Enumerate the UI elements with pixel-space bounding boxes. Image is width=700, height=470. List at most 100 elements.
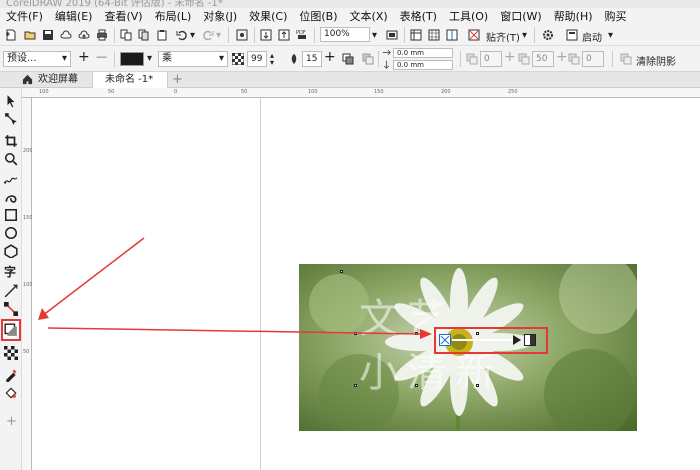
print-icon[interactable] [96,29,108,41]
clear-shadow-button[interactable]: 清除阴影 [636,53,676,68]
feather-value: 15 [306,54,318,64]
menu-buy[interactable]: 购买 [605,8,627,24]
menu-object[interactable]: 对象(J) [203,8,237,24]
menu-table[interactable]: 表格(T) [400,8,437,24]
color-eyedropper-tool-icon[interactable] [4,368,18,382]
save-icon[interactable] [42,29,54,41]
shadow-extent-value: 0 [586,54,592,64]
menu-effects[interactable]: 效果(C) [249,8,287,24]
show-guidelines-icon[interactable] [446,29,458,41]
polygon-tool-icon[interactable] [4,244,18,258]
offset-x-input[interactable]: 0.0 mm [393,48,453,58]
menu-text[interactable]: 文本(X) [350,8,388,24]
zoom-dropdown-icon[interactable]: ▾ [372,30,377,41]
cloud-icon[interactable] [60,29,72,41]
add-tool-button[interactable]: + [6,414,17,429]
artistic-media-tool-icon[interactable] [4,190,18,204]
options-gear-icon[interactable] [542,29,554,41]
feather-input[interactable]: 15 [302,51,322,67]
shadow-color-swatch[interactable] [120,52,144,66]
text-tool-icon[interactable]: 字 [4,263,16,280]
fade-value: 50 [536,54,548,64]
launch-button[interactable]: 启动 [582,29,602,44]
feather-direction-icon[interactable] [342,53,354,65]
zoom-tool-icon[interactable] [4,152,18,166]
undo-dropdown-icon[interactable]: ▾ [190,30,195,41]
new-tab-button[interactable]: + [172,72,183,87]
remove-preset-button[interactable]: — [96,50,107,63]
menu-layout[interactable]: 布局(L) [155,8,192,24]
zoom-level-select[interactable]: 100% [320,27,370,42]
shape-tool-icon[interactable] [4,112,18,126]
menu-bitmaps[interactable]: 位图(B) [299,8,337,24]
toolbox: 字 + [0,88,22,470]
open-folder-icon[interactable] [24,29,36,41]
interactive-fill-tool-icon[interactable] [4,386,18,400]
tab-welcome-screen[interactable]: 欢迎屏幕 [38,72,78,88]
menu-window[interactable]: 窗口(W) [500,8,541,24]
menu-tools[interactable]: 工具(O) [449,8,488,24]
stretch-input[interactable]: 0 [480,51,502,67]
transparency-tool-icon[interactable] [4,346,18,360]
snap-dropdown-icon[interactable]: ▾ [522,30,527,41]
feather-add-button[interactable]: + [324,49,336,65]
offset-x-value: 0.0 mm [397,49,424,57]
undo-icon[interactable] [176,29,188,41]
fade-add-button[interactable]: + [556,49,568,65]
menu-help[interactable]: 帮助(H) [554,8,593,24]
freehand-tool-icon[interactable] [4,172,18,186]
shadow-extent-icon [568,53,580,65]
drop-shadow-tool-icon[interactable] [4,323,18,337]
pick-tool-icon[interactable] [4,94,18,108]
tab-untitled-document[interactable]: 未命名 -1* [92,72,168,88]
snap-to-button[interactable]: 贴齐(T) [486,29,520,44]
menu-edit[interactable]: 编辑(E) [55,8,93,24]
redo-dropdown-icon[interactable]: ▾ [216,30,221,41]
full-screen-icon[interactable] [386,29,398,41]
show-rulers-icon[interactable] [410,29,422,41]
launch-dropdown-icon[interactable]: ▾ [608,30,613,41]
redo-icon[interactable] [202,29,214,41]
feather-edge-icon[interactable] [362,53,374,65]
cut-icon[interactable] [120,29,132,41]
stretch-value: 0 [484,54,490,64]
add-preset-button[interactable]: + [78,49,90,65]
horizontal-ruler[interactable]: 100 50 0 50 100 150 200 250 [22,88,700,98]
offset-y-input[interactable]: 0.0 mm [393,60,453,70]
fade-icon [518,53,530,65]
opacity-spin-icon[interactable]: ▴ ▾ [270,52,274,67]
preset-dropdown-icon[interactable]: ▾ [62,53,67,64]
application-launcher-icon[interactable] [566,29,578,41]
crop-tool-icon[interactable] [4,134,18,148]
shadow-color-dropdown-icon[interactable]: ▾ [147,53,152,64]
copy-shadow-icon[interactable] [620,53,632,65]
menu-view[interactable]: 查看(V) [104,8,142,24]
show-grid-icon[interactable] [428,29,440,41]
paste-icon[interactable] [156,29,168,41]
connector-tool-icon[interactable] [4,302,18,316]
parallel-dimension-tool-icon[interactable] [4,284,18,298]
ellipse-tool-icon[interactable] [4,226,18,240]
menu-file[interactable]: 文件(F) [6,8,43,24]
export-icon[interactable] [278,29,290,41]
opacity-input[interactable]: 99 [247,51,267,67]
merge-mode-dropdown-icon[interactable]: ▾ [219,53,224,64]
preset-list[interactable]: 预设... [3,51,71,67]
merge-mode-select[interactable]: 乘 [158,51,228,67]
cloud-upload-icon[interactable] [78,29,90,41]
drawing-canvas[interactable]: 文艺 小清新 [32,98,700,470]
vertical-ruler[interactable]: 200 150 100 50 [22,98,33,470]
home-icon[interactable] [22,74,33,85]
snap-off-icon[interactable] [468,29,480,41]
search-content-icon[interactable] [236,29,248,41]
ruler-h-label: 100 [308,89,318,95]
fade-input[interactable]: 50 [532,51,554,67]
import-icon[interactable] [260,29,272,41]
publish-pdf-icon[interactable]: PDF [296,28,308,40]
offset-y-value: 0.0 mm [397,61,424,69]
stretch-add-button[interactable]: + [504,49,516,65]
new-document-icon[interactable] [5,29,17,41]
rectangle-tool-icon[interactable] [4,208,18,222]
copy-icon[interactable] [138,29,150,41]
shadow-extent-input[interactable]: 0 [582,51,604,67]
